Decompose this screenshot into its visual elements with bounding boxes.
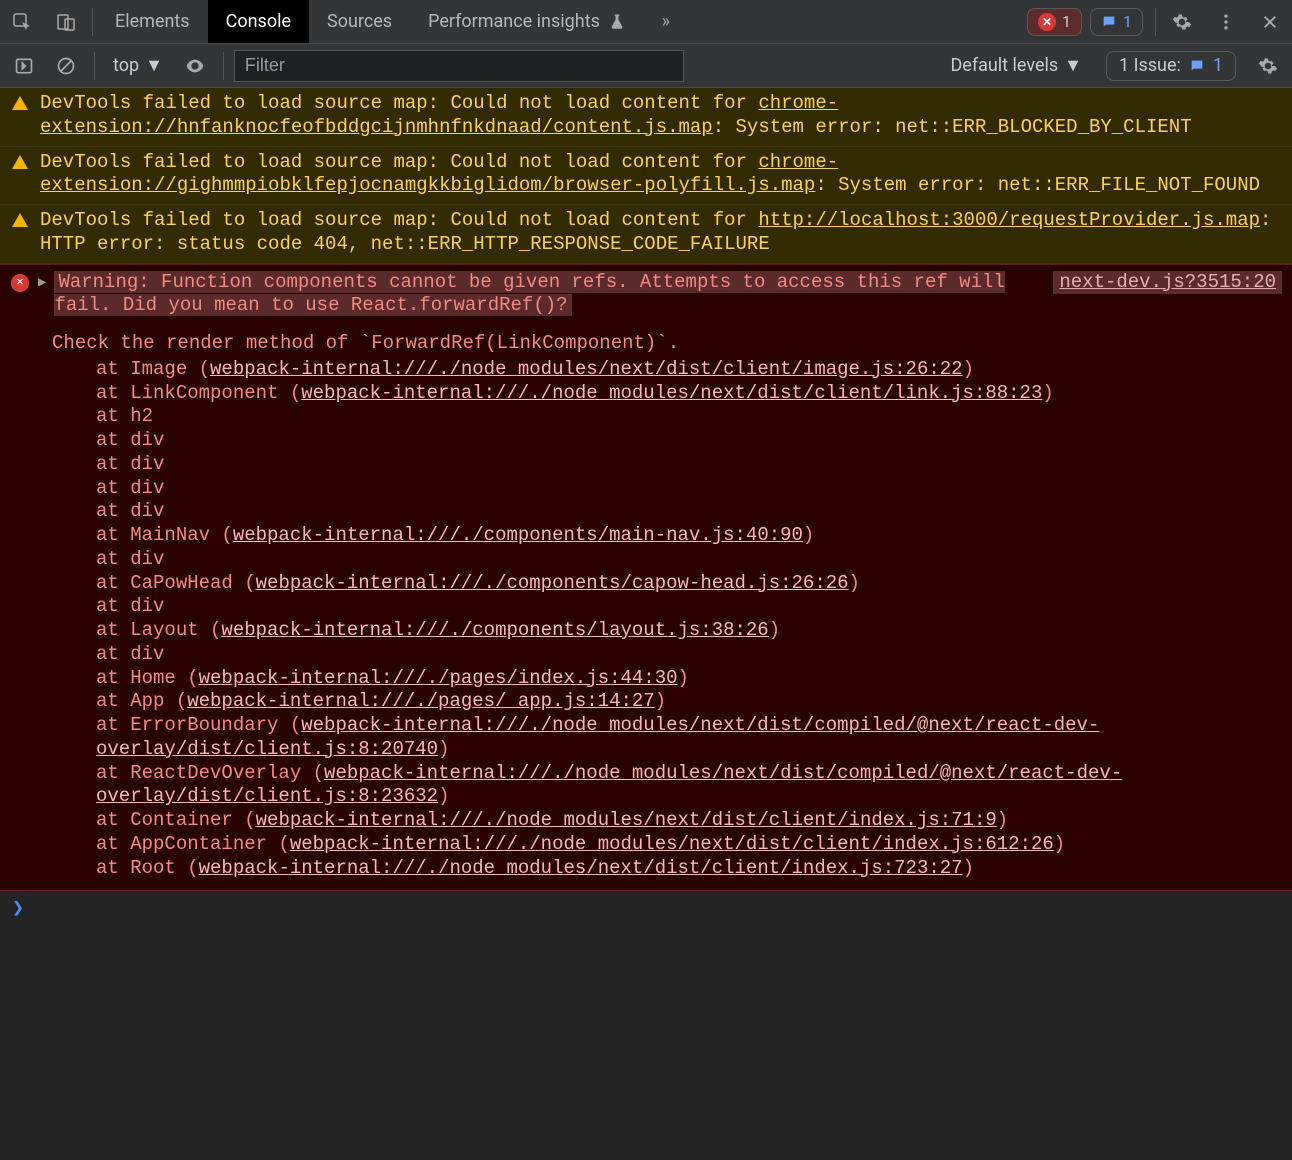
stack-frame: at ErrorBoundary (webpack-internal:///./… xyxy=(52,714,1282,762)
separator xyxy=(1155,8,1156,36)
stack-frame-link[interactable]: webpack-internal:///./node_modules/next/… xyxy=(256,809,997,831)
stack-frame: at div xyxy=(52,548,1282,572)
console-warning-entry[interactable]: DevTools failed to load source map: Coul… xyxy=(0,205,1292,264)
stack-frame: at LinkComponent (webpack-internal:///./… xyxy=(52,382,1282,406)
console-error-entry[interactable]: ✕ ▶ Warning: Function components cannot … xyxy=(0,264,1292,892)
close-icon[interactable] xyxy=(1252,4,1288,40)
tabs-overflow-icon[interactable]: » xyxy=(648,4,684,40)
error-check-line: Check the render method of `ForwardRef(L… xyxy=(52,332,1282,356)
source-map-link[interactable]: http://localhost:3000/requestProvider.js… xyxy=(758,209,1260,231)
error-message-headline: Warning: Function components cannot be g… xyxy=(54,271,1004,317)
tab-elements[interactable]: Elements xyxy=(97,0,208,43)
stack-frame-link[interactable]: webpack-internal:///./components/capow-h… xyxy=(256,572,849,594)
console-toolbar: top ▼ Default levels ▼ 1 Issue: 1 xyxy=(0,44,1292,88)
console-settings-icon[interactable] xyxy=(1250,48,1286,84)
warning-icon xyxy=(12,213,28,227)
expand-arrow-icon[interactable]: ▶ xyxy=(38,275,46,293)
warning-text: DevTools failed to load source map: Coul… xyxy=(40,209,1282,257)
error-count-badge[interactable]: ✕ 1 xyxy=(1027,8,1082,36)
console-prompt[interactable]: ❯ xyxy=(0,891,1292,928)
inspect-icon[interactable] xyxy=(4,4,40,40)
tab-performance-insights[interactable]: Performance insights xyxy=(410,0,644,43)
issue-icon xyxy=(1189,58,1205,74)
stack-frame-link[interactable]: webpack-internal:///./node_modules/next/… xyxy=(210,358,963,380)
stack-frame-link[interactable]: webpack-internal:///./node_modules/next/… xyxy=(199,857,963,879)
stack-frame: at Root (webpack-internal:///./node_modu… xyxy=(52,857,1282,881)
clear-console-icon[interactable] xyxy=(48,48,84,84)
stack-frame: at h2 xyxy=(52,405,1282,429)
stack-frame: at div xyxy=(52,643,1282,667)
stack-frame: at Image (webpack-internal:///./node_mod… xyxy=(52,358,1282,382)
chevron-down-icon: ▼ xyxy=(1064,55,1082,76)
separator xyxy=(94,52,95,80)
stack-frame: at Home (webpack-internal:///./pages/ind… xyxy=(52,667,1282,691)
stack-frame-link[interactable]: webpack-internal:///./node_modules/next/… xyxy=(290,833,1054,855)
source-map-link[interactable]: chrome-extension://gighmmpiobklfepjocnam… xyxy=(40,151,838,197)
stack-frame: at CaPowHead (webpack-internal:///./comp… xyxy=(52,572,1282,596)
stack-frame: at ReactDevOverlay (webpack-internal:///… xyxy=(52,762,1282,810)
source-map-link[interactable]: chrome-extension://hnfanknocfeofbddgcijn… xyxy=(40,92,838,138)
chevron-down-icon: ▼ xyxy=(145,55,163,76)
stack-frame-link[interactable]: webpack-internal:///./components/main-na… xyxy=(233,524,803,546)
error-icon: ✕ xyxy=(11,274,29,292)
devtools-tabstrip: Elements Console Sources Performance ins… xyxy=(0,0,1292,44)
stack-frame: at MainNav (webpack-internal:///./compon… xyxy=(52,524,1282,548)
sidebar-toggle-icon[interactable] xyxy=(6,48,42,84)
stack-frame: at App (webpack-internal:///./pages/_app… xyxy=(52,690,1282,714)
stack-frame: at AppContainer (webpack-internal:///./n… xyxy=(52,833,1282,857)
stack-frame-link[interactable]: webpack-internal:///./components/layout.… xyxy=(221,619,768,641)
tab-console[interactable]: Console xyxy=(208,0,309,43)
issues-pill[interactable]: 1 Issue: 1 xyxy=(1106,51,1236,81)
warning-icon xyxy=(12,96,28,110)
live-expression-icon[interactable] xyxy=(177,48,213,84)
separator xyxy=(223,52,224,80)
stack-frame: at div xyxy=(52,477,1282,501)
error-source-link[interactable]: next-dev.js?3515:20 xyxy=(1053,271,1282,295)
console-message-list: DevTools failed to load source map: Coul… xyxy=(0,88,1292,1160)
stack-frame: at Container (webpack-internal:///./node… xyxy=(52,809,1282,833)
stack-frame-link[interactable]: webpack-internal:///./node_modules/next/… xyxy=(301,382,1042,404)
stack-frame-link[interactable]: webpack-internal:///./node_modules/next/… xyxy=(96,714,1099,760)
error-icon: ✕ xyxy=(1038,13,1056,31)
error-stack-trace: Check the render method of `ForwardRef(L… xyxy=(10,332,1282,880)
stack-frame: at div xyxy=(52,429,1282,453)
stack-frame-link[interactable]: webpack-internal:///./pages/_app.js:14:2… xyxy=(187,690,654,712)
issue-icon xyxy=(1101,14,1117,30)
log-levels-select[interactable]: Default levels ▼ xyxy=(940,55,1092,76)
more-icon[interactable] xyxy=(1208,4,1244,40)
stack-frame: at Layout (webpack-internal:///./compone… xyxy=(52,619,1282,643)
settings-icon[interactable] xyxy=(1164,4,1200,40)
warning-text: DevTools failed to load source map: Coul… xyxy=(40,92,1282,140)
warning-icon xyxy=(12,155,28,169)
filter-input[interactable] xyxy=(234,50,684,82)
console-warning-entry[interactable]: DevTools failed to load source map: Coul… xyxy=(0,88,1292,147)
console-warning-entry[interactable]: DevTools failed to load source map: Coul… xyxy=(0,147,1292,206)
issue-count-badge[interactable]: 1 xyxy=(1090,8,1143,36)
stack-frame-link[interactable]: webpack-internal:///./node_modules/next/… xyxy=(96,762,1122,808)
stack-frame-link[interactable]: webpack-internal:///./pages/index.js:44:… xyxy=(199,667,678,689)
flask-icon xyxy=(608,13,626,31)
stack-frame: at div xyxy=(52,595,1282,619)
device-toggle-icon[interactable] xyxy=(48,4,84,40)
stack-frame: at div xyxy=(52,500,1282,524)
warning-text: DevTools failed to load source map: Coul… xyxy=(40,151,1282,199)
execution-context-select[interactable]: top ▼ xyxy=(105,55,171,76)
tab-sources[interactable]: Sources xyxy=(309,0,410,43)
separator xyxy=(92,8,93,36)
stack-frame: at div xyxy=(52,453,1282,477)
